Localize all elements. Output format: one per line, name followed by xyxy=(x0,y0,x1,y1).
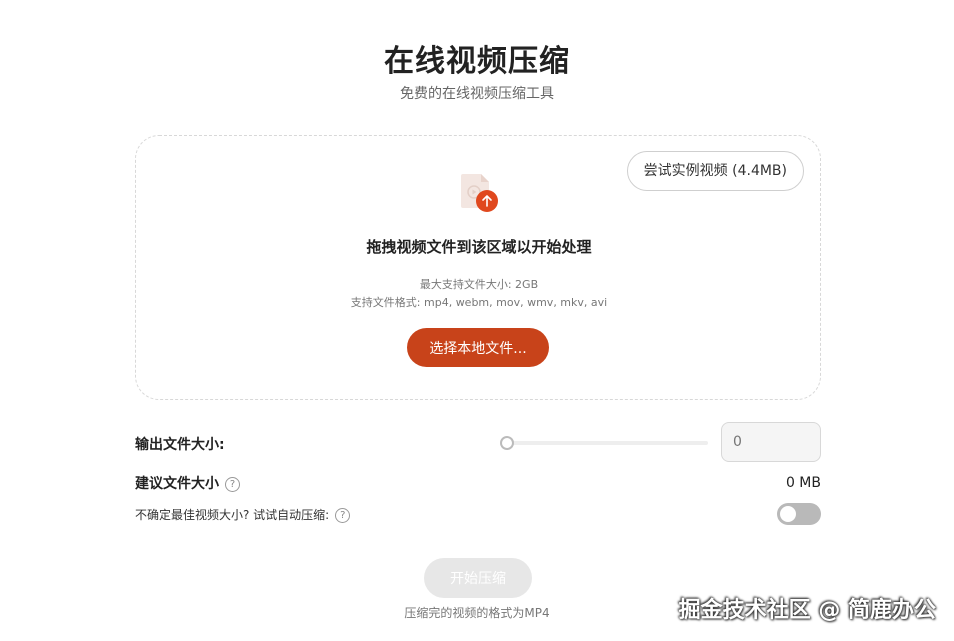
video-file-upload-icon xyxy=(460,172,500,214)
toggle-knob xyxy=(780,506,796,522)
output-size-label: 输出文件大小: xyxy=(135,437,225,453)
try-sample-video-button[interactable]: 尝试实例视频 (4.4MB) xyxy=(626,151,804,191)
slider-track xyxy=(506,441,708,445)
slider-thumb[interactable] xyxy=(500,436,514,450)
dropzone-title: 拖拽视频文件到该区域以开始处理 xyxy=(366,238,592,256)
auto-compress-row: 不确定最佳视频大小? 试试自动压缩:? xyxy=(135,506,351,523)
suggested-size-value: 0 MB xyxy=(785,475,821,491)
suggested-size-label: 建议文件大小 xyxy=(135,476,219,492)
choose-local-file-button[interactable]: 选择本地文件... xyxy=(407,328,549,367)
max-file-size-text: 最大支持文件大小: 2GB xyxy=(419,278,539,291)
auto-compress-label: 不确定最佳视频大小? 试试自动压缩: xyxy=(135,508,330,522)
suggested-size-row: 建议文件大小? xyxy=(135,473,240,493)
output-size-input[interactable] xyxy=(721,422,821,462)
upload-dropzone[interactable]: 尝试实例视频 (4.4MB) 拖拽视频文件到该区域以开始处理 最大支持文件大小:… xyxy=(135,135,821,400)
start-compress-button[interactable]: 开始压缩 xyxy=(424,558,532,598)
supported-formats-text: 支持文件格式: mp4, webm, mov, wmv, mkv, avi xyxy=(350,296,608,309)
page-title: 在线视频压缩 xyxy=(384,44,570,79)
page-subtitle: 免费的在线视频压缩工具 xyxy=(400,86,554,102)
output-size-slider[interactable] xyxy=(500,436,708,450)
watermark-text: 掘金技术社区 @ 简鹿办公 xyxy=(678,598,936,623)
help-icon[interactable]: ? xyxy=(225,476,240,492)
help-icon[interactable]: ? xyxy=(335,508,351,523)
auto-compress-toggle[interactable] xyxy=(777,503,821,525)
